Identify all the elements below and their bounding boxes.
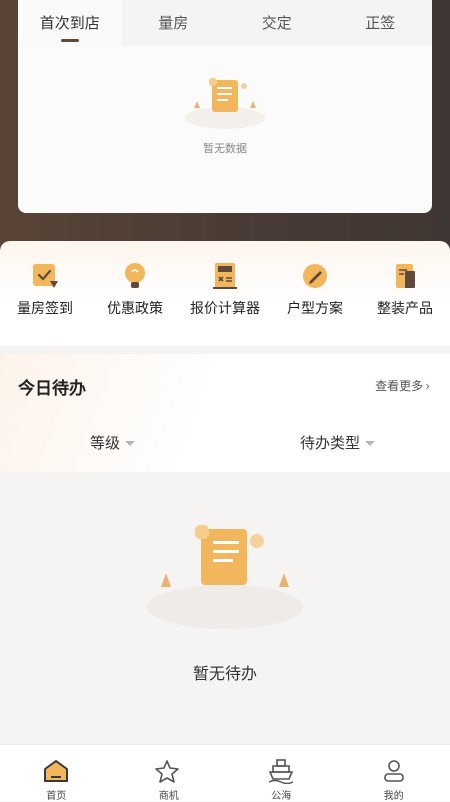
- quick-item-label: 优惠政策: [90, 298, 180, 318]
- filter-label: 等级: [90, 434, 120, 452]
- calculator-icon: [210, 261, 240, 291]
- tab-contract[interactable]: 正签: [329, 0, 433, 46]
- quick-item-discount-policy[interactable]: 优惠政策: [90, 241, 180, 346]
- quick-item-label: 报价计算器: [180, 298, 270, 318]
- quick-item-floor-plan[interactable]: 户型方案: [270, 241, 360, 346]
- quick-item-package-products[interactable]: 整装产品: [360, 241, 450, 346]
- caret-down-icon: [365, 441, 375, 446]
- quick-item-label: 户型方案: [270, 298, 360, 318]
- tab-first-visit[interactable]: 首次到店: [18, 0, 122, 46]
- tab-deposit[interactable]: 交定: [225, 0, 329, 46]
- filter-label: 待办类型: [300, 434, 360, 452]
- empty-scroll-icon: [135, 515, 315, 630]
- quick-menu: 量房签到 优惠政策 报价计算器 户型方案 整装产品: [0, 241, 450, 346]
- nav-public-pool[interactable]: 公海: [225, 745, 338, 801]
- star-icon: [155, 758, 183, 784]
- checkin-icon: [30, 261, 60, 291]
- view-more-label: 查看更多: [375, 379, 423, 393]
- quick-item-measure-checkin[interactable]: 量房签到: [0, 241, 90, 346]
- user-icon: [380, 758, 408, 784]
- todo-empty-state: 暂无待办: [0, 515, 450, 684]
- stage-card: 首次到店 量房 交定 正签 暂无数据: [18, 0, 432, 213]
- quick-item-label: 整装产品: [360, 298, 450, 318]
- home-icon: [42, 758, 70, 784]
- pencil-icon: [300, 261, 330, 291]
- quick-item-quote-calculator[interactable]: 报价计算器: [180, 241, 270, 346]
- ship-icon: [267, 758, 295, 784]
- todo-section: 今日待办 查看更多› 等级 待办类型: [0, 354, 450, 472]
- lightbulb-icon: [120, 261, 150, 291]
- empty-text: 暂无待办: [0, 660, 450, 684]
- bottom-nav: 首页 商机 公海 我的: [0, 744, 450, 801]
- view-more-link[interactable]: 查看更多›: [375, 377, 430, 394]
- tab-measure[interactable]: 量房: [122, 0, 226, 46]
- stage-tabs: 首次到店 量房 交定 正签: [18, 0, 432, 46]
- todo-type-filter[interactable]: 待办类型: [300, 432, 375, 453]
- document-icon: [390, 261, 420, 291]
- empty-scroll-icon: [180, 72, 270, 130]
- nav-opportunity[interactable]: 商机: [113, 745, 226, 801]
- caret-down-icon: [125, 441, 135, 446]
- level-filter[interactable]: 等级: [90, 432, 135, 453]
- empty-text: 暂无数据: [18, 140, 432, 156]
- quick-item-label: 量房签到: [0, 298, 90, 318]
- nav-mine[interactable]: 我的: [338, 745, 450, 801]
- empty-state: 暂无数据: [18, 72, 432, 156]
- nav-home[interactable]: 首页: [0, 745, 113, 801]
- section-title: 今日待办: [18, 374, 86, 399]
- chevron-right-icon: ›: [425, 379, 430, 393]
